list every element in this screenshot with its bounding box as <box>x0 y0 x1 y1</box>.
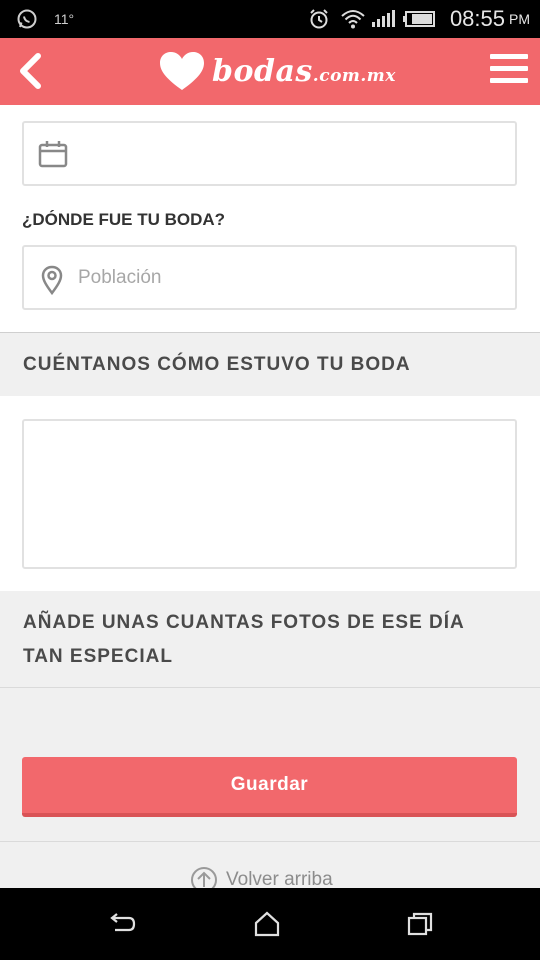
app-screen: 11° 08:55 PM bodas.com.mx ¿DÓNDE FUE TU … <box>0 0 540 960</box>
app-header: bodas.com.mx <box>0 38 540 105</box>
alarm-icon <box>308 0 330 38</box>
chevron-left-icon <box>20 53 41 89</box>
logo-main: bodas <box>212 53 313 89</box>
status-bar: 11° 08:55 PM <box>0 0 540 38</box>
footer: Volver arriba <box>0 842 540 893</box>
home-nav-icon[interactable] <box>247 906 287 942</box>
logo-suffix: .com.mx <box>312 65 396 86</box>
wedding-date-field[interactable] <box>22 121 517 186</box>
photos-section-header: AÑADE UNAS CUANTAS FOTOS DE ESE DÍA TAN … <box>0 591 540 688</box>
clock: 08:55 PM <box>450 0 530 38</box>
clock-time: 08:55 <box>449 6 505 31</box>
clock-ampm: PM <box>509 11 530 27</box>
photos-title-line2: TAN ESPECIAL <box>23 646 173 667</box>
story-textarea[interactable] <box>22 419 517 569</box>
where-label: ¿DÓNDE FUE TU BODA? <box>22 210 226 229</box>
photos-section-title: AÑADE UNAS CUANTAS FOTOS DE ESE DÍA TAN … <box>23 606 465 674</box>
town-field[interactable] <box>22 245 517 310</box>
recents-nav-icon[interactable] <box>400 906 440 942</box>
calendar-icon <box>38 140 68 173</box>
whatsapp-icon <box>16 0 38 38</box>
save-button[interactable]: Guardar <box>22 757 517 817</box>
system-nav-bar <box>0 888 540 960</box>
hamburger-menu-icon <box>490 54 528 59</box>
signal-icon <box>370 0 396 38</box>
bodas-logo[interactable]: bodas.com.mx <box>158 46 396 96</box>
story-section-title: CUÉNTANOS CÓMO ESTUVO TU BODA <box>23 354 411 375</box>
photos-title-line1: AÑADE UNAS CUANTAS FOTOS DE ESE DÍA <box>23 612 465 633</box>
back-button[interactable] <box>10 48 50 94</box>
heart-logo-icon <box>160 52 204 90</box>
wifi-icon <box>340 0 366 38</box>
menu-button[interactable] <box>490 52 528 86</box>
location-pin-icon <box>40 265 64 300</box>
town-input[interactable] <box>78 249 498 307</box>
logo-wordmark: bodas.com.mx <box>212 54 396 89</box>
temperature-label: 11° <box>54 11 75 27</box>
story-section-header: CUÉNTANOS CÓMO ESTUVO TU BODA <box>0 332 540 396</box>
hamburger-menu-icon <box>490 66 528 71</box>
back-nav-icon[interactable] <box>102 906 142 942</box>
battery-icon <box>402 0 436 38</box>
hamburger-menu-icon <box>490 78 528 83</box>
